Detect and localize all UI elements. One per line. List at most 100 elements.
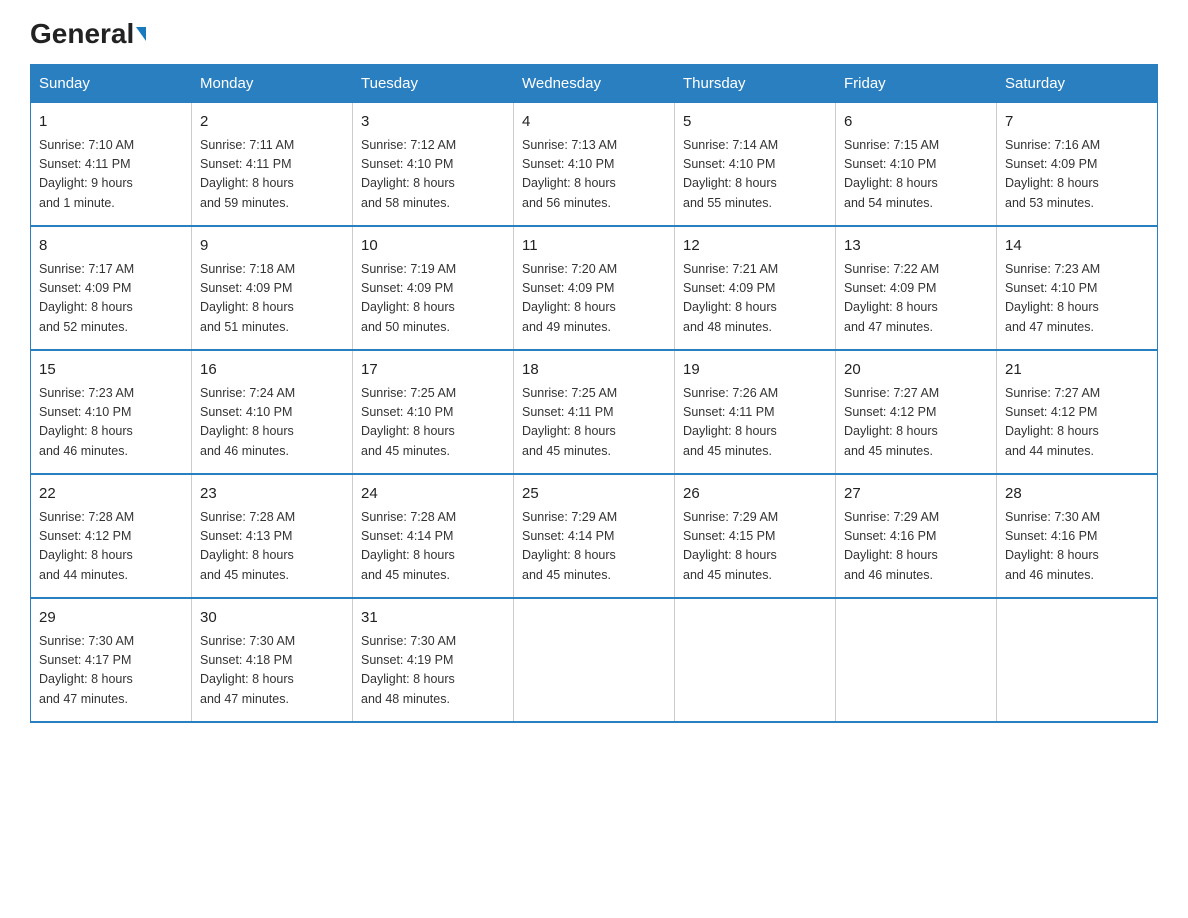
day-number: 30 xyxy=(200,607,344,630)
day-info: Sunrise: 7:28 AMSunset: 4:14 PMDaylight:… xyxy=(361,508,505,586)
calendar-week-row: 8Sunrise: 7:17 AMSunset: 4:09 PMDaylight… xyxy=(31,226,1158,350)
calendar-cell: 24Sunrise: 7:28 AMSunset: 4:14 PMDayligh… xyxy=(353,474,514,598)
col-header-wednesday: Wednesday xyxy=(514,65,675,103)
day-info: Sunrise: 7:17 AMSunset: 4:09 PMDaylight:… xyxy=(39,260,183,338)
calendar-cell: 31Sunrise: 7:30 AMSunset: 4:19 PMDayligh… xyxy=(353,598,514,722)
col-header-sunday: Sunday xyxy=(31,65,192,103)
day-info: Sunrise: 7:20 AMSunset: 4:09 PMDaylight:… xyxy=(522,260,666,338)
calendar-cell xyxy=(675,598,836,722)
col-header-tuesday: Tuesday xyxy=(353,65,514,103)
day-info: Sunrise: 7:25 AMSunset: 4:11 PMDaylight:… xyxy=(522,384,666,462)
day-number: 15 xyxy=(39,359,183,382)
calendar-cell: 8Sunrise: 7:17 AMSunset: 4:09 PMDaylight… xyxy=(31,226,192,350)
day-info: Sunrise: 7:19 AMSunset: 4:09 PMDaylight:… xyxy=(361,260,505,338)
calendar-cell: 29Sunrise: 7:30 AMSunset: 4:17 PMDayligh… xyxy=(31,598,192,722)
logo-name: General xyxy=(30,20,146,48)
logo-arrow-icon xyxy=(136,27,146,41)
day-number: 27 xyxy=(844,483,988,506)
day-info: Sunrise: 7:18 AMSunset: 4:09 PMDaylight:… xyxy=(200,260,344,338)
day-info: Sunrise: 7:28 AMSunset: 4:12 PMDaylight:… xyxy=(39,508,183,586)
day-info: Sunrise: 7:23 AMSunset: 4:10 PMDaylight:… xyxy=(1005,260,1149,338)
day-number: 31 xyxy=(361,607,505,630)
day-number: 17 xyxy=(361,359,505,382)
calendar-cell xyxy=(514,598,675,722)
logo: General xyxy=(30,20,146,46)
calendar-cell: 22Sunrise: 7:28 AMSunset: 4:12 PMDayligh… xyxy=(31,474,192,598)
calendar-cell xyxy=(836,598,997,722)
calendar-cell: 19Sunrise: 7:26 AMSunset: 4:11 PMDayligh… xyxy=(675,350,836,474)
page-header: General xyxy=(30,20,1158,46)
day-number: 5 xyxy=(683,111,827,134)
day-number: 6 xyxy=(844,111,988,134)
day-info: Sunrise: 7:14 AMSunset: 4:10 PMDaylight:… xyxy=(683,136,827,214)
day-number: 28 xyxy=(1005,483,1149,506)
calendar-cell: 21Sunrise: 7:27 AMSunset: 4:12 PMDayligh… xyxy=(997,350,1158,474)
day-info: Sunrise: 7:11 AMSunset: 4:11 PMDaylight:… xyxy=(200,136,344,214)
col-header-friday: Friday xyxy=(836,65,997,103)
calendar-cell: 2Sunrise: 7:11 AMSunset: 4:11 PMDaylight… xyxy=(192,103,353,227)
day-info: Sunrise: 7:29 AMSunset: 4:16 PMDaylight:… xyxy=(844,508,988,586)
calendar-cell: 11Sunrise: 7:20 AMSunset: 4:09 PMDayligh… xyxy=(514,226,675,350)
day-info: Sunrise: 7:30 AMSunset: 4:18 PMDaylight:… xyxy=(200,632,344,710)
calendar-cell: 13Sunrise: 7:22 AMSunset: 4:09 PMDayligh… xyxy=(836,226,997,350)
day-info: Sunrise: 7:30 AMSunset: 4:19 PMDaylight:… xyxy=(361,632,505,710)
calendar-cell: 14Sunrise: 7:23 AMSunset: 4:10 PMDayligh… xyxy=(997,226,1158,350)
day-info: Sunrise: 7:22 AMSunset: 4:09 PMDaylight:… xyxy=(844,260,988,338)
day-number: 9 xyxy=(200,235,344,258)
col-header-thursday: Thursday xyxy=(675,65,836,103)
day-number: 2 xyxy=(200,111,344,134)
calendar-week-row: 1Sunrise: 7:10 AMSunset: 4:11 PMDaylight… xyxy=(31,103,1158,227)
day-number: 11 xyxy=(522,235,666,258)
day-info: Sunrise: 7:27 AMSunset: 4:12 PMDaylight:… xyxy=(844,384,988,462)
day-info: Sunrise: 7:27 AMSunset: 4:12 PMDaylight:… xyxy=(1005,384,1149,462)
day-number: 1 xyxy=(39,111,183,134)
day-number: 3 xyxy=(361,111,505,134)
day-number: 18 xyxy=(522,359,666,382)
day-info: Sunrise: 7:16 AMSunset: 4:09 PMDaylight:… xyxy=(1005,136,1149,214)
day-info: Sunrise: 7:21 AMSunset: 4:09 PMDaylight:… xyxy=(683,260,827,338)
calendar-cell: 27Sunrise: 7:29 AMSunset: 4:16 PMDayligh… xyxy=(836,474,997,598)
calendar-cell: 18Sunrise: 7:25 AMSunset: 4:11 PMDayligh… xyxy=(514,350,675,474)
day-info: Sunrise: 7:23 AMSunset: 4:10 PMDaylight:… xyxy=(39,384,183,462)
day-number: 20 xyxy=(844,359,988,382)
calendar-cell: 6Sunrise: 7:15 AMSunset: 4:10 PMDaylight… xyxy=(836,103,997,227)
col-header-saturday: Saturday xyxy=(997,65,1158,103)
day-info: Sunrise: 7:15 AMSunset: 4:10 PMDaylight:… xyxy=(844,136,988,214)
day-number: 12 xyxy=(683,235,827,258)
day-number: 16 xyxy=(200,359,344,382)
calendar-cell xyxy=(997,598,1158,722)
calendar-cell: 16Sunrise: 7:24 AMSunset: 4:10 PMDayligh… xyxy=(192,350,353,474)
calendar-cell: 28Sunrise: 7:30 AMSunset: 4:16 PMDayligh… xyxy=(997,474,1158,598)
calendar-cell: 17Sunrise: 7:25 AMSunset: 4:10 PMDayligh… xyxy=(353,350,514,474)
calendar-cell: 9Sunrise: 7:18 AMSunset: 4:09 PMDaylight… xyxy=(192,226,353,350)
day-number: 26 xyxy=(683,483,827,506)
calendar-cell: 3Sunrise: 7:12 AMSunset: 4:10 PMDaylight… xyxy=(353,103,514,227)
day-info: Sunrise: 7:28 AMSunset: 4:13 PMDaylight:… xyxy=(200,508,344,586)
day-number: 21 xyxy=(1005,359,1149,382)
calendar-cell: 15Sunrise: 7:23 AMSunset: 4:10 PMDayligh… xyxy=(31,350,192,474)
calendar-cell: 23Sunrise: 7:28 AMSunset: 4:13 PMDayligh… xyxy=(192,474,353,598)
calendar-cell: 7Sunrise: 7:16 AMSunset: 4:09 PMDaylight… xyxy=(997,103,1158,227)
day-info: Sunrise: 7:30 AMSunset: 4:16 PMDaylight:… xyxy=(1005,508,1149,586)
calendar-week-row: 22Sunrise: 7:28 AMSunset: 4:12 PMDayligh… xyxy=(31,474,1158,598)
day-number: 13 xyxy=(844,235,988,258)
day-number: 8 xyxy=(39,235,183,258)
calendar-week-row: 15Sunrise: 7:23 AMSunset: 4:10 PMDayligh… xyxy=(31,350,1158,474)
day-number: 19 xyxy=(683,359,827,382)
calendar-cell: 5Sunrise: 7:14 AMSunset: 4:10 PMDaylight… xyxy=(675,103,836,227)
calendar-cell: 20Sunrise: 7:27 AMSunset: 4:12 PMDayligh… xyxy=(836,350,997,474)
day-info: Sunrise: 7:24 AMSunset: 4:10 PMDaylight:… xyxy=(200,384,344,462)
day-info: Sunrise: 7:29 AMSunset: 4:15 PMDaylight:… xyxy=(683,508,827,586)
day-info: Sunrise: 7:29 AMSunset: 4:14 PMDaylight:… xyxy=(522,508,666,586)
calendar-cell: 4Sunrise: 7:13 AMSunset: 4:10 PMDaylight… xyxy=(514,103,675,227)
calendar-table: SundayMondayTuesdayWednesdayThursdayFrid… xyxy=(30,64,1158,723)
col-header-monday: Monday xyxy=(192,65,353,103)
day-number: 4 xyxy=(522,111,666,134)
calendar-cell: 12Sunrise: 7:21 AMSunset: 4:09 PMDayligh… xyxy=(675,226,836,350)
day-info: Sunrise: 7:26 AMSunset: 4:11 PMDaylight:… xyxy=(683,384,827,462)
calendar-header-row: SundayMondayTuesdayWednesdayThursdayFrid… xyxy=(31,65,1158,103)
day-info: Sunrise: 7:10 AMSunset: 4:11 PMDaylight:… xyxy=(39,136,183,214)
day-info: Sunrise: 7:12 AMSunset: 4:10 PMDaylight:… xyxy=(361,136,505,214)
day-number: 24 xyxy=(361,483,505,506)
day-number: 25 xyxy=(522,483,666,506)
